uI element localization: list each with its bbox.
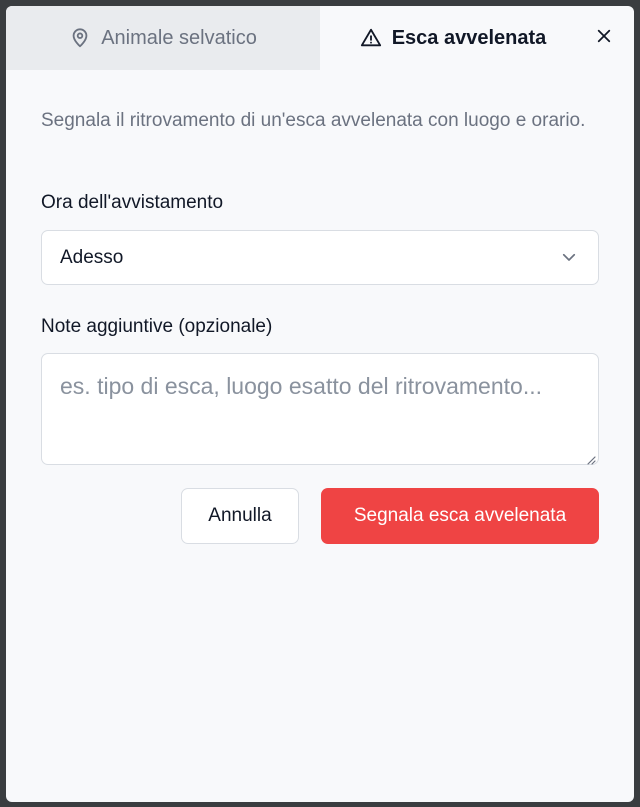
warning-triangle-icon <box>360 27 382 49</box>
tab-bar: Animale selvatico Esca avvelenata <box>6 6 634 70</box>
close-icon <box>595 27 613 50</box>
tab-label: Esca avvelenata <box>391 26 547 49</box>
chevron-down-icon <box>560 248 578 266</box>
notes-label: Note aggiuntive (opzionale) <box>41 316 273 337</box>
map-pin-icon <box>69 27 91 49</box>
time-label: Ora dell'avvistamento <box>41 192 224 213</box>
report-modal: Animale selvatico Esca avvelenata Segnal… <box>6 6 634 802</box>
submit-report-button[interactable]: Segnala esca avvelenata <box>321 488 599 544</box>
cancel-button[interactable]: Annulla <box>181 488 299 544</box>
close-button[interactable] <box>592 26 616 50</box>
notes-textarea[interactable] <box>41 353 599 465</box>
time-select[interactable]: Adesso <box>41 230 599 285</box>
time-select-value: Adesso <box>60 246 124 268</box>
resize-handle-icon[interactable] <box>586 452 596 465</box>
form-description: Segnala il ritrovamento di un'esca avvel… <box>41 110 586 131</box>
tab-label: Animale selvatico <box>101 26 257 49</box>
tab-animale-selvatico[interactable]: Animale selvatico <box>6 6 320 70</box>
tab-esca-avvelenata[interactable]: Esca avvelenata <box>320 6 586 70</box>
